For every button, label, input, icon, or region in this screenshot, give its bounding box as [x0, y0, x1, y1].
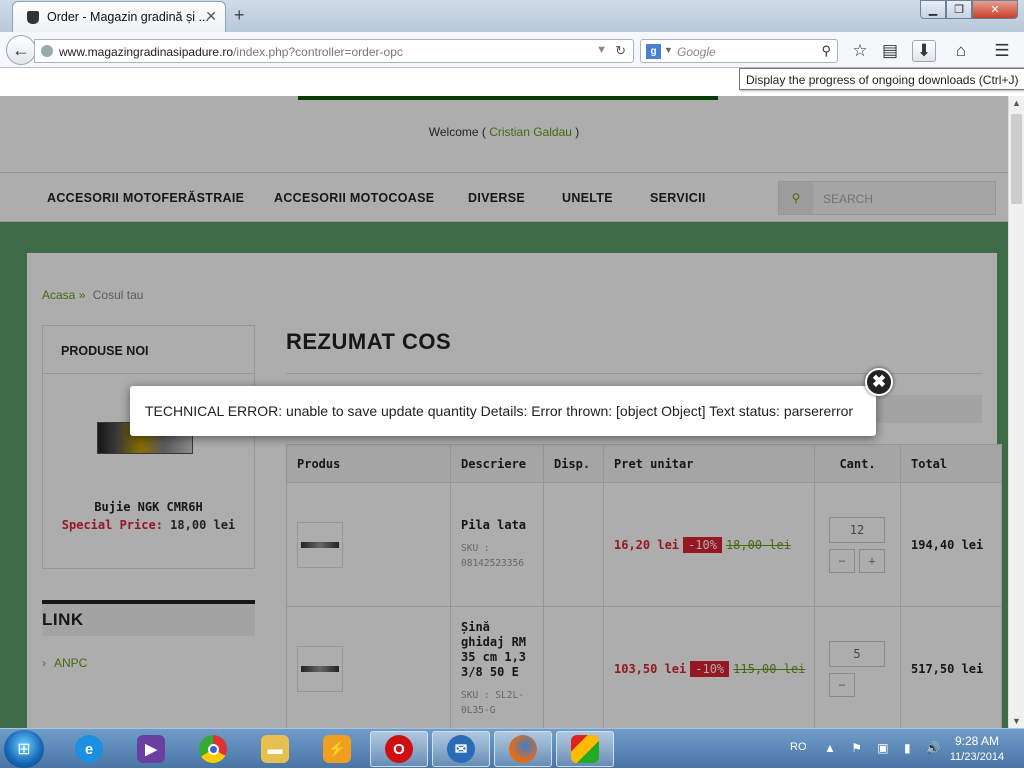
url-text: www.magazingradinasipadure.ro/index.php?…: [59, 45, 403, 59]
tab-close-icon[interactable]: ✕: [205, 8, 217, 25]
browser-tab[interactable]: Order - Magazin gradină și ... ✕: [12, 1, 226, 32]
url-bar[interactable]: www.magazingradinasipadure.ro/index.php?…: [34, 39, 634, 63]
avg-icon[interactable]: [556, 731, 614, 767]
window-controls: ▁ ❐ ✕: [920, 0, 1018, 19]
back-arrow-icon: ←: [12, 39, 30, 60]
tab-title: Order - Magazin gradină și ...: [47, 10, 209, 24]
home-icon[interactable]: ⌂: [949, 40, 973, 62]
url-path: /index.php?controller=order-opc: [233, 45, 403, 59]
page-scrollbar[interactable]: ▲ ▼: [1008, 96, 1024, 728]
chrome-icon[interactable]: [184, 731, 242, 767]
search-placeholder: Google: [677, 45, 716, 59]
download-tooltip: Display the progress of ongoing download…: [739, 68, 1024, 90]
visual-studio-icon[interactable]: ▶: [122, 731, 180, 767]
tray-icons[interactable]: ▲ ⚑ ▣ ▮ 🔊: [824, 741, 947, 755]
thunderbird-icon[interactable]: ✉: [432, 731, 490, 767]
opera-icon[interactable]: O: [370, 731, 428, 767]
windows-taskbar: ⊞ e ▶ ▬ ⚡ O ✉ RO ▲ ⚑ ▣ ▮ 🔊 9:28 AM 11/23…: [0, 728, 1024, 768]
dialog-close-button[interactable]: ✖: [865, 368, 893, 396]
menu-icon[interactable]: ☰: [990, 40, 1014, 62]
browser-navbar: ← www.magazingradinasipadure.ro/index.ph…: [0, 32, 1024, 68]
site-favicon-icon: [27, 11, 39, 24]
engine-dropdown-icon[interactable]: ▼: [664, 45, 673, 55]
back-button[interactable]: ←: [6, 35, 36, 65]
internet-explorer-icon[interactable]: e: [60, 731, 118, 767]
browser-titlebar: Order - Magazin gradină și ... ✕ + ▁ ❐ ✕: [0, 0, 1024, 32]
url-history-dropdown-icon[interactable]: ▼: [596, 44, 607, 56]
clock-time[interactable]: 9:28 AM: [942, 734, 1012, 748]
star-icon[interactable]: ☆: [848, 40, 872, 62]
close-window-button[interactable]: ✕: [972, 0, 1018, 19]
error-dialog: TECHNICAL ERROR: unable to save update q…: [130, 386, 876, 436]
minimize-button[interactable]: ▁: [920, 0, 946, 19]
error-message: TECHNICAL ERROR: unable to save update q…: [145, 403, 854, 419]
language-indicator[interactable]: RO: [790, 741, 807, 753]
firefox-icon[interactable]: [494, 731, 552, 767]
download-icon[interactable]: ⬇: [912, 40, 936, 62]
google-engine-icon[interactable]: g: [646, 44, 661, 59]
scroll-down-icon[interactable]: ▼: [1012, 716, 1021, 726]
url-host: www.magazingradinasipadure.ro: [59, 45, 234, 59]
scroll-up-icon[interactable]: ▲: [1012, 98, 1021, 108]
site-identity-icon[interactable]: [41, 45, 53, 57]
reload-icon[interactable]: ↻: [615, 43, 626, 59]
media-player-icon[interactable]: ⚡: [308, 731, 366, 767]
new-tab-button[interactable]: +: [234, 5, 245, 26]
scrollbar-thumb[interactable]: [1011, 114, 1022, 204]
search-icon[interactable]: ⚲: [821, 43, 831, 59]
file-explorer-icon[interactable]: ▬: [246, 731, 304, 767]
windows-logo-icon: ⊞: [17, 741, 31, 758]
maximize-button[interactable]: ❐: [946, 0, 972, 19]
bookmarks-list-icon[interactable]: ▤: [878, 40, 902, 62]
clock-date[interactable]: 11/23/2014: [942, 751, 1012, 763]
search-bar[interactable]: g ▼ Google ⚲: [640, 39, 838, 63]
start-button[interactable]: ⊞: [4, 730, 44, 768]
